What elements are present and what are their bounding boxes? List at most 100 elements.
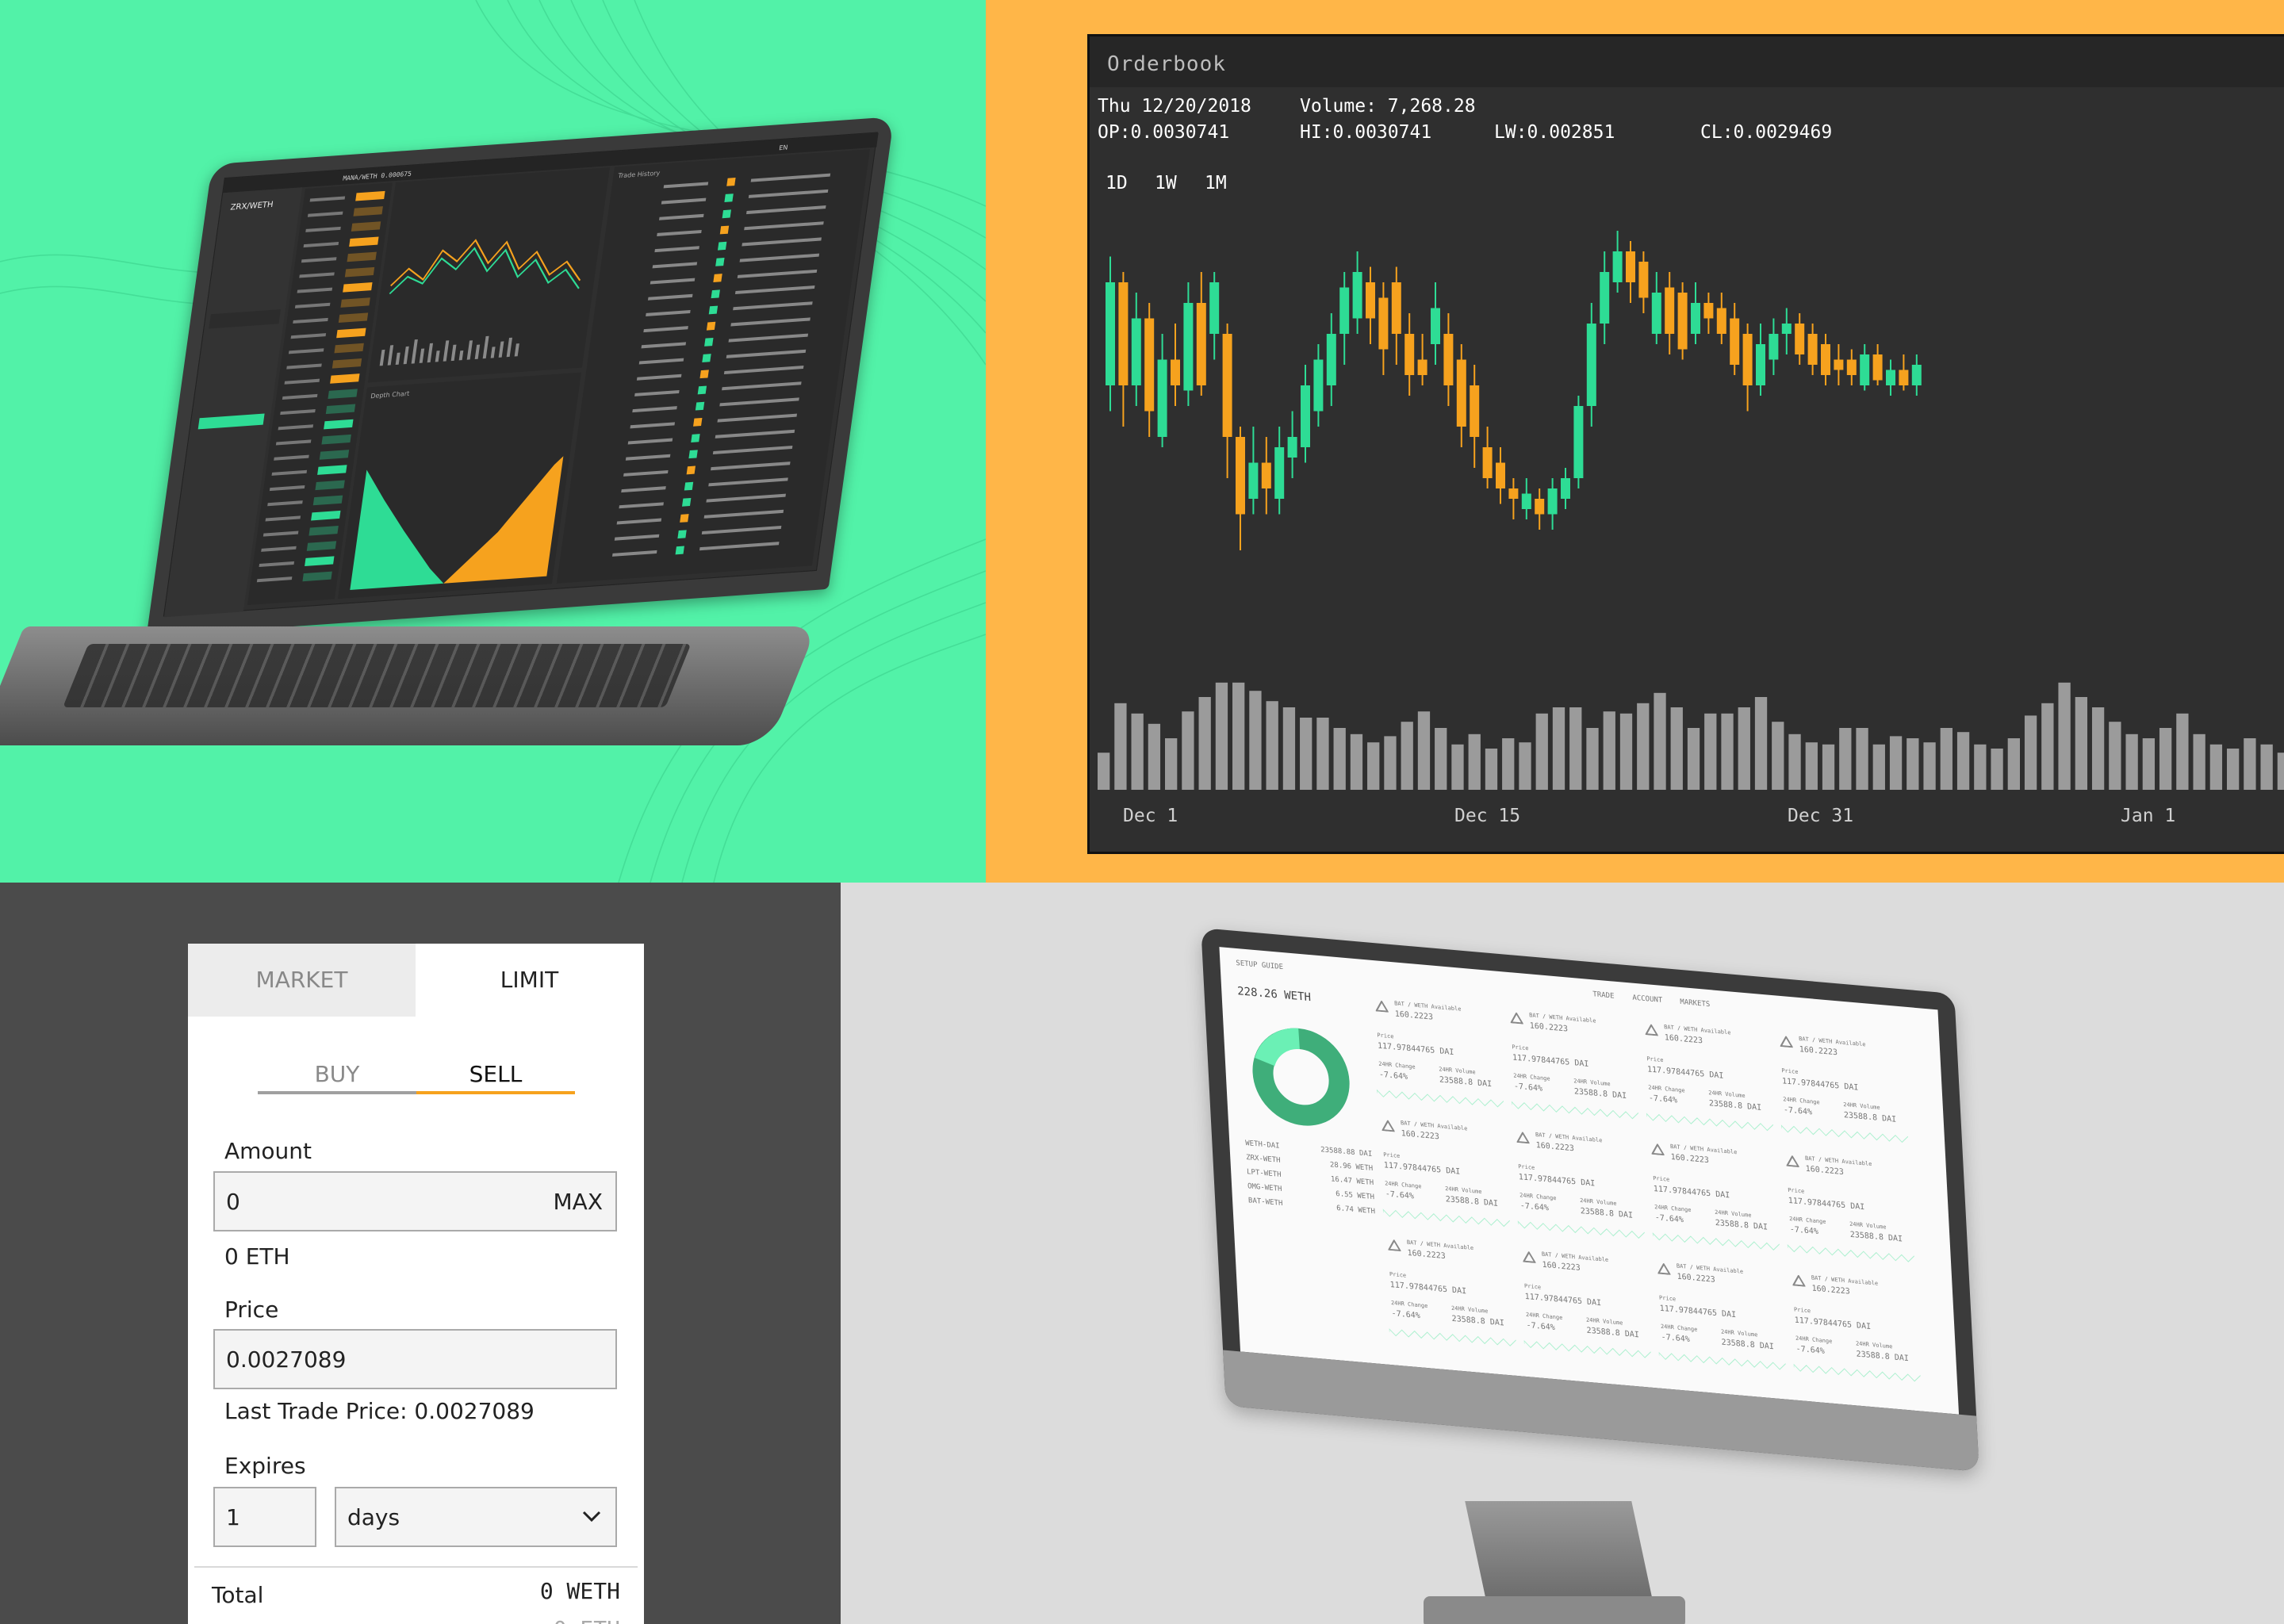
card-price-label: Price	[1646, 1055, 1664, 1064]
card-volume: 23588.8 DAI	[1849, 1230, 1903, 1244]
market-card[interactable]: BAT / WETH Available 160.2223 Price 117.978…	[1378, 1112, 1511, 1235]
candle-body	[1443, 334, 1454, 385]
candle-body	[1872, 354, 1883, 381]
expires-unit-select[interactable]: days	[335, 1487, 617, 1547]
market-card[interactable]: BAT / WETH Available 160.2223 Price 117.978…	[1788, 1266, 1922, 1389]
sell-side-button[interactable]: SELL	[416, 1061, 575, 1087]
candle-body	[1521, 493, 1531, 509]
candle-body	[1600, 272, 1610, 324]
card-amount: 160.2223	[1670, 1152, 1710, 1166]
card-change-label: 24HR Change	[1390, 1300, 1428, 1310]
candle-body	[1911, 365, 1922, 385]
volume-bar	[1687, 728, 1700, 790]
candle-body	[1118, 282, 1129, 385]
candle-body	[1547, 488, 1558, 515]
market-card[interactable]: BAT / WETH Available 160.2223 Price 117.978…	[1782, 1147, 1915, 1270]
candle-body	[1769, 334, 1779, 360]
card-volume-label: 24HR Volume	[1708, 1090, 1746, 1100]
market-card[interactable]: BAT / WETH Available 160.2223 Price 117.978…	[1384, 1231, 1517, 1354]
laptop: MANA/WETH 0.000675 EN ZRX/WETH Depth Cha…	[0, 117, 986, 785]
volume-bar	[1131, 713, 1144, 790]
volume-bar	[1738, 707, 1750, 790]
volume-bar	[1266, 701, 1278, 790]
volume-bar	[1401, 722, 1413, 790]
order-form-panel: MARKET LIMIT BUY SELL Amount 0 MAX 0 ETH…	[0, 883, 841, 1624]
expires-unit: days	[347, 1504, 400, 1530]
market-card[interactable]: BAT / WETH Available 160.2223 Price 117.978…	[1776, 1028, 1909, 1151]
market-card[interactable]: BAT / WETH Available 160.2223 Price 117.978…	[1647, 1135, 1780, 1258]
tab-limit[interactable]: LIMIT	[416, 944, 643, 1017]
card-change-label: 24HR Change	[1513, 1072, 1550, 1082]
volume-bar	[1940, 728, 1953, 790]
card-sparkline	[1382, 1208, 1511, 1228]
laptop-trade-row-marker	[695, 401, 705, 411]
volume-bar	[1198, 697, 1211, 790]
price-input[interactable]: 0.0027089	[213, 1329, 617, 1389]
laptop-trade-row-marker	[724, 193, 734, 203]
total-label: Total	[212, 1582, 264, 1608]
card-change: -7.64%	[1789, 1225, 1819, 1237]
volume-bar	[2142, 738, 2156, 790]
token-triangle-icon	[1522, 1251, 1536, 1264]
market-card[interactable]: BAT / WETH Available 160.2223 Price 117.978…	[1519, 1243, 1652, 1365]
amount-value: 0	[226, 1189, 240, 1215]
card-amount: 160.2223	[1805, 1164, 1845, 1178]
candle-body	[1417, 359, 1428, 375]
monitor-nav-markets[interactable]: MARKETS	[1680, 998, 1710, 1009]
volume-bar	[1502, 738, 1515, 790]
card-volume: 23588.8 DAI	[1445, 1195, 1499, 1208]
volume-bar	[1974, 744, 1987, 790]
card-volume-label: 24HR Volume	[1849, 1220, 1887, 1231]
amount-input[interactable]: 0 MAX	[213, 1171, 617, 1231]
price-label: Price	[224, 1297, 279, 1323]
card-sparkline	[1652, 1231, 1780, 1251]
candle-body	[1222, 334, 1232, 437]
laptop-trade-row-marker	[688, 450, 698, 459]
amount-eth: 0 ETH	[224, 1243, 290, 1270]
volume-bar	[1704, 713, 1717, 790]
candle-body	[1131, 318, 1141, 385]
market-card[interactable]: BAT / WETH Available 160.2223 Price 117.978…	[1512, 1123, 1646, 1246]
candle-body	[1573, 406, 1584, 478]
card-price: 117.97844765 DAI	[1389, 1280, 1467, 1297]
tab-market[interactable]: MARKET	[188, 944, 416, 1017]
laptop-trade-row-marker	[686, 465, 696, 475]
x-tick-label: Dec 31	[1788, 806, 1853, 826]
market-card[interactable]: BAT / WETH Available 160.2223 Price 117.978…	[1507, 1004, 1639, 1127]
token-triangle-icon	[1780, 1035, 1793, 1048]
volume-bar	[1889, 736, 1903, 790]
total-weth: 0 WETH	[539, 1578, 620, 1604]
buy-side-button[interactable]: BUY	[258, 1061, 416, 1087]
candle-body	[1482, 447, 1493, 478]
laptop-trade-row-marker	[691, 434, 700, 442]
volume-bar	[1754, 697, 1768, 790]
market-card[interactable]: BAT / WETH Available 160.2223 Price 117.978…	[1642, 1016, 1774, 1139]
candle-body	[1248, 462, 1259, 499]
candle-body	[1821, 344, 1830, 375]
laptop-trade-row-marker	[708, 305, 719, 315]
card-price: 117.97844765 DAI	[1377, 1041, 1454, 1058]
monitor-nav-account[interactable]: ACCOUNT	[1632, 994, 1662, 1005]
laptop-trade-row-marker	[680, 514, 689, 523]
laptop-trade-row-marker	[693, 417, 703, 427]
card-change-label: 24HR Change	[1384, 1180, 1422, 1190]
card-change-label: 24HR Change	[1519, 1192, 1557, 1202]
monitor-nav-trade[interactable]: TRADE	[1592, 990, 1615, 1000]
laptop-screen: MANA/WETH 0.000675 EN ZRX/WETH Depth Cha…	[163, 132, 879, 618]
market-card[interactable]: BAT / WETH Available 160.2223 Price 117.978…	[1372, 992, 1504, 1115]
max-button[interactable]: MAX	[554, 1189, 604, 1215]
candle-body	[1612, 251, 1623, 282]
card-price: 117.97844765 DAI	[1512, 1053, 1589, 1069]
volume-bar	[2091, 707, 2105, 790]
candle-body	[1301, 385, 1310, 447]
card-price: 117.97844765 DAI	[1646, 1065, 1724, 1081]
total-eth: 0 ETH	[554, 1616, 620, 1624]
market-card[interactable]: BAT / WETH Available 160.2223 Price 117.978…	[1654, 1254, 1787, 1377]
laptop-panel: MANA/WETH 0.000675 EN ZRX/WETH Depth Cha…	[0, 0, 986, 883]
card-amount: 160.2223	[1394, 1009, 1434, 1022]
expires-number-input[interactable]: 1	[213, 1487, 316, 1547]
x-tick-label: Dec 1	[1123, 806, 1178, 826]
card-price-label: Price	[1793, 1306, 1811, 1315]
volume-bar	[2109, 722, 2121, 790]
laptop-trade-row-marker	[704, 337, 714, 347]
